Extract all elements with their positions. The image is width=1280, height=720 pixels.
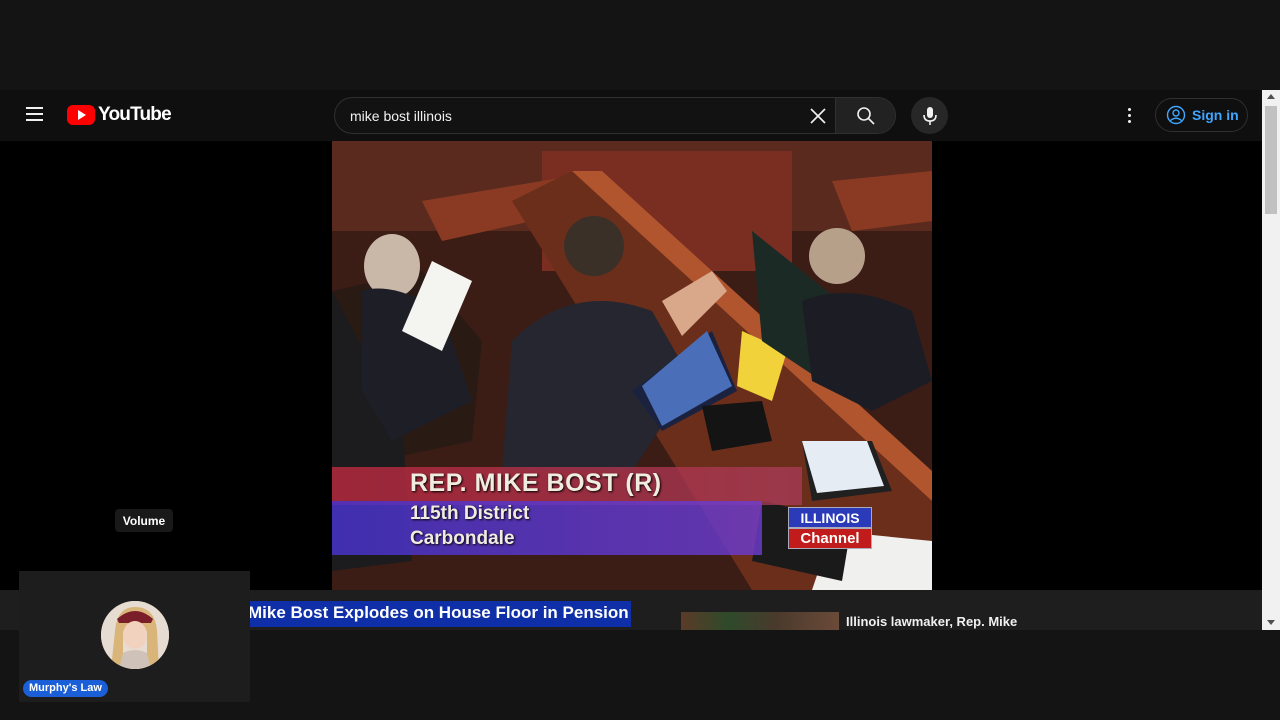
avatar-image	[101, 601, 169, 669]
related-video-title[interactable]: Illinois lawmaker, Rep. Mike	[846, 614, 1017, 629]
video-frame[interactable]: REP. MIKE BOST (R) 115th District Carbon…	[332, 141, 932, 590]
scroll-down-arrow-icon[interactable]	[1267, 620, 1275, 625]
lower-third-caption: REP. MIKE BOST (R) 115th District Carbon…	[332, 463, 932, 555]
close-icon	[810, 107, 826, 124]
search-button[interactable]	[835, 98, 895, 133]
sign-in-button[interactable]: Sign in	[1155, 98, 1248, 132]
channel-name-badge[interactable]: Murphy's Law	[23, 680, 108, 697]
search-box	[334, 97, 896, 134]
lower-third-city: Carbondale	[410, 528, 515, 549]
page-scrollbar[interactable]	[1262, 90, 1280, 630]
logo-text: YouTube	[98, 104, 172, 125]
scrollbar-thumb[interactable]	[1265, 106, 1277, 214]
video-player[interactable]: REP. MIKE BOST (R) 115th District Carbon…	[0, 141, 1262, 590]
sign-in-label: Sign in	[1192, 107, 1239, 123]
channel-logo-line1: ILLINOIS	[788, 507, 872, 528]
menu-icon[interactable]	[18, 98, 50, 130]
account-icon	[1166, 105, 1186, 125]
volume-tooltip: Volume	[115, 509, 173, 532]
voice-search-button[interactable]	[911, 97, 948, 134]
lower-third-district: 115th District	[410, 503, 530, 524]
illinois-channel-logo: ILLINOIS Channel	[788, 507, 872, 549]
channel-logo-line2: Channel	[788, 528, 872, 549]
clear-search-button[interactable]	[801, 98, 835, 133]
search-input[interactable]	[335, 98, 801, 133]
youtube-logo[interactable]: YouTube	[67, 104, 172, 126]
lower-third-name: REP. MIKE BOST (R)	[410, 469, 662, 497]
settings-more-icon[interactable]	[1117, 98, 1141, 132]
video-title-selected[interactable]: Mike Bost Explodes on House Floor in Pen…	[248, 601, 631, 627]
youtube-play-icon	[67, 105, 95, 125]
scroll-up-arrow-icon[interactable]	[1267, 94, 1275, 99]
masthead: YouTube Sign in	[0, 90, 1262, 141]
channel-overlay-card: Murphy's Law	[19, 571, 250, 702]
related-video-thumbnail[interactable]	[681, 612, 839, 630]
channel-avatar[interactable]	[101, 601, 169, 669]
lower-third-blue-band	[332, 501, 762, 555]
top-blank-band	[0, 0, 1280, 90]
search-icon	[856, 106, 875, 125]
microphone-icon	[922, 106, 937, 125]
